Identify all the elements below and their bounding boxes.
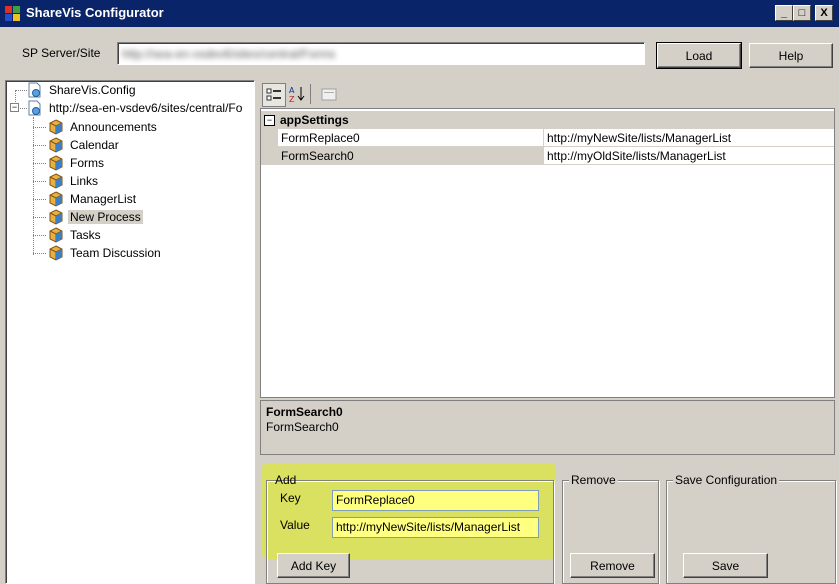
window-title: ShareVis Configurator [26, 5, 164, 20]
site-icon [28, 100, 41, 116]
save-legend: Save Configuration [673, 473, 780, 487]
server-label: SP Server/Site [22, 46, 101, 60]
alphabetical-button[interactable]: A Z [286, 83, 308, 105]
svg-text:Z: Z [289, 95, 295, 103]
maximize-icon: □ [798, 6, 806, 19]
grid-row[interactable]: FormReplace0 http://myNewSite/lists/Mana… [261, 129, 834, 147]
config-tree[interactable]: − ShareVis.Config http://sea-en-vsdev6/s… [5, 80, 255, 584]
property-grid[interactable]: − appSettings FormReplace0 http://myNewS… [260, 108, 835, 398]
maximize-button[interactable]: □ [793, 5, 811, 21]
property-pages-icon [321, 88, 337, 101]
tree-list-item[interactable]: Announcements [48, 118, 159, 136]
category-collapse-icon[interactable]: − [264, 114, 275, 126]
close-button[interactable]: X [815, 5, 833, 21]
collapse-toggle[interactable]: − [10, 103, 19, 112]
description-pane: FormSearch0 FormSearch0 [260, 400, 835, 455]
grid-category[interactable]: − appSettings [261, 111, 834, 129]
list-cube-icon [49, 245, 63, 261]
load-button[interactable]: Load [656, 42, 742, 69]
list-cube-icon [49, 227, 63, 243]
minimize-icon: _ [780, 6, 788, 19]
tree-list-item[interactable]: New Process [48, 208, 143, 226]
tree-list-item-label: Links [70, 174, 99, 188]
value-input[interactable]: http://myNewSite/lists/ManagerList [332, 517, 539, 538]
category-label: appSettings [280, 113, 349, 127]
grid-row[interactable]: FormSearch0 http://myOldSite/lists/Manag… [261, 147, 834, 165]
list-cube-icon [49, 209, 63, 225]
sort-az-icon: A Z [289, 86, 305, 103]
server-field[interactable]: http://sea-en-vsdev6/sites/central/Forms [117, 42, 645, 65]
tree-list-item-label: Forms [70, 156, 104, 170]
tree-site-label: http://sea-en-vsdev6/sites/central/Fo [49, 101, 243, 115]
tree-list-item[interactable]: Team Discussion [48, 244, 163, 262]
list-cube-icon [49, 191, 63, 207]
categorized-icon [266, 88, 281, 101]
tree-list-item-label: New Process [68, 210, 143, 224]
tree-root[interactable]: ShareVis.Config [27, 81, 138, 99]
list-cube-icon [49, 137, 63, 153]
help-button[interactable]: Help [749, 43, 833, 68]
property-pages-button[interactable] [318, 83, 340, 105]
tree-site[interactable]: http://sea-en-vsdev6/sites/central/Fo [27, 99, 244, 117]
app-icon [5, 6, 20, 21]
description-text: FormSearch0 [266, 420, 339, 434]
config-file-icon [28, 82, 41, 98]
tree-list-item-label: Tasks [70, 228, 101, 242]
list-cube-icon [49, 173, 63, 189]
tree-list-item-label: Team Discussion [70, 246, 161, 260]
list-cube-icon [49, 155, 63, 171]
remove-legend: Remove [569, 473, 618, 487]
close-icon: X [820, 6, 828, 19]
categorized-button[interactable] [262, 83, 286, 107]
save-button[interactable]: Save [683, 553, 768, 578]
title-bar: ShareVis Configurator _ □ X [0, 0, 839, 27]
tree-list-item-label: Calendar [70, 138, 119, 152]
remove-button[interactable]: Remove [570, 553, 655, 578]
svg-text:A: A [289, 86, 295, 95]
key-label: Key [280, 491, 301, 505]
grid-row-key: FormReplace0 [278, 129, 544, 147]
server-value: http://sea-en-vsdev6/sites/central/Forms [122, 47, 336, 61]
tree-list-item[interactable]: Calendar [48, 136, 121, 154]
tree-list-item-label: Announcements [70, 120, 157, 134]
tree-root-label: ShareVis.Config [49, 83, 136, 97]
add-legend: Add [275, 473, 297, 487]
grid-row-value[interactable]: http://myOldSite/lists/ManagerList [544, 147, 834, 165]
tree-list-item[interactable]: ManagerList [48, 190, 138, 208]
grid-toolbar: A Z [260, 80, 835, 107]
grid-row-key: FormSearch0 [278, 147, 544, 165]
tree-list-item-label: ManagerList [70, 192, 137, 206]
list-cube-icon [49, 119, 63, 135]
tree-list-item[interactable]: Tasks [48, 226, 103, 244]
value-label: Value [280, 518, 310, 532]
tree-list-item[interactable]: Forms [48, 154, 106, 172]
key-input[interactable]: FormReplace0 [332, 490, 539, 511]
tree-list-item[interactable]: Links [48, 172, 100, 190]
description-title: FormSearch0 [266, 405, 343, 419]
add-key-button[interactable]: Add Key [277, 553, 350, 578]
minimize-button[interactable]: _ [775, 5, 793, 21]
grid-row-value[interactable]: http://myNewSite/lists/ManagerList [544, 129, 834, 147]
